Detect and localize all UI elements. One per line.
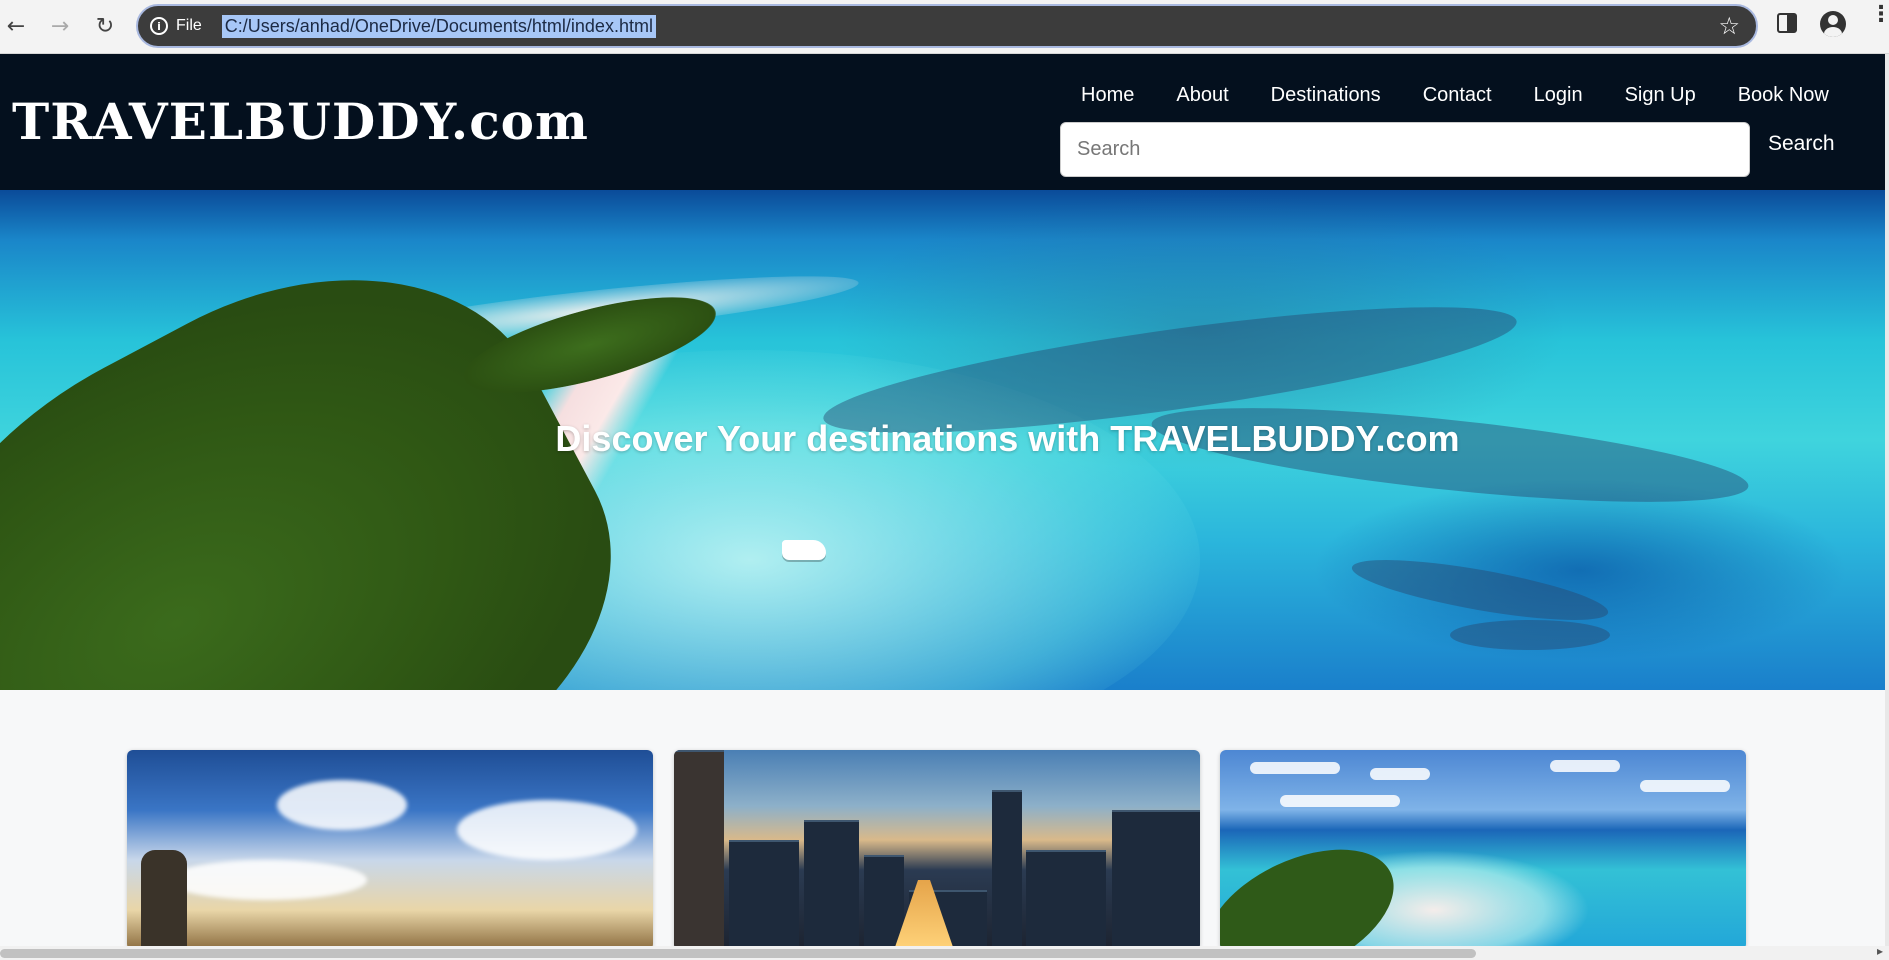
- building-silhouette: [729, 840, 799, 950]
- reload-icon[interactable]: ↻: [91, 12, 119, 40]
- url-text[interactable]: C:/Users/anhad/OneDrive/Documents/html/i…: [221, 14, 656, 38]
- info-icon[interactable]: i: [150, 17, 168, 35]
- nav-link-contact[interactable]: Contact: [1402, 84, 1513, 107]
- scrollbar-thumb[interactable]: [0, 949, 1476, 958]
- building-silhouette: [864, 855, 904, 950]
- profile-icon[interactable]: [1820, 11, 1846, 37]
- nav-link-home[interactable]: Home: [1060, 84, 1155, 107]
- destination-card-city[interactable]: [674, 750, 1200, 950]
- destination-card-island[interactable]: [1220, 750, 1746, 950]
- reef-shape: [1348, 547, 1612, 633]
- destination-card-singapore[interactable]: [127, 750, 653, 950]
- kebab-menu-icon[interactable]: ⋮: [1870, 4, 1889, 26]
- horizontal-scrollbar[interactable]: ▸: [0, 944, 1889, 960]
- cloud-shape: [277, 780, 407, 830]
- boat-icon: [782, 540, 826, 560]
- tower-silhouette: [141, 850, 187, 950]
- cloud-shape: [1370, 768, 1430, 780]
- scheme-label: File: [176, 17, 202, 34]
- cloud-shape: [1250, 762, 1340, 774]
- side-panel-icon[interactable]: [1777, 13, 1797, 33]
- main-nav: Home About Destinations Contact Login Si…: [1060, 84, 1850, 107]
- building-silhouette: [1026, 850, 1106, 950]
- vertical-scrollbar[interactable]: [1885, 54, 1889, 946]
- search-input[interactable]: [1060, 122, 1750, 177]
- star-icon[interactable]: ☆: [1718, 12, 1740, 40]
- nav-link-about[interactable]: About: [1155, 84, 1249, 107]
- address-bar[interactable]: i File C:/Users/anhad/OneDrive/Documents…: [136, 4, 1758, 48]
- site-logo[interactable]: TRAVELBUDDY.com: [12, 92, 589, 151]
- nav-link-login[interactable]: Login: [1513, 84, 1604, 107]
- cloud-shape: [1550, 760, 1620, 772]
- nav-link-sign-up[interactable]: Sign Up: [1604, 84, 1717, 107]
- scroll-right-icon[interactable]: ▸: [1877, 944, 1883, 958]
- cloud-shape: [457, 800, 637, 860]
- hero-banner: Discover Your destinations with TRAVELBU…: [0, 190, 1885, 690]
- hero-title: Discover Your destinations with TRAVELBU…: [555, 418, 1460, 459]
- building-silhouette: [992, 790, 1022, 950]
- nav-link-book-now[interactable]: Book Now: [1717, 84, 1850, 107]
- cloud-shape: [167, 860, 367, 900]
- nav-link-destinations[interactable]: Destinations: [1250, 84, 1402, 107]
- arrow-right-icon[interactable]: →: [46, 12, 74, 40]
- building-silhouette: [804, 820, 859, 950]
- reef-shape: [1450, 620, 1610, 650]
- browser-toolbar: ← → ↻ i File C:/Users/anhad/OneDrive/Doc…: [0, 0, 1889, 54]
- site-header: TRAVELBUDDY.com Home About Destinations …: [0, 54, 1885, 190]
- cloud-shape: [1280, 795, 1400, 807]
- building-silhouette: [1112, 810, 1200, 950]
- building-silhouette: [674, 750, 724, 950]
- search-button[interactable]: Search: [1768, 132, 1835, 156]
- arrow-left-icon[interactable]: ←: [2, 12, 30, 40]
- cloud-shape: [1640, 780, 1730, 792]
